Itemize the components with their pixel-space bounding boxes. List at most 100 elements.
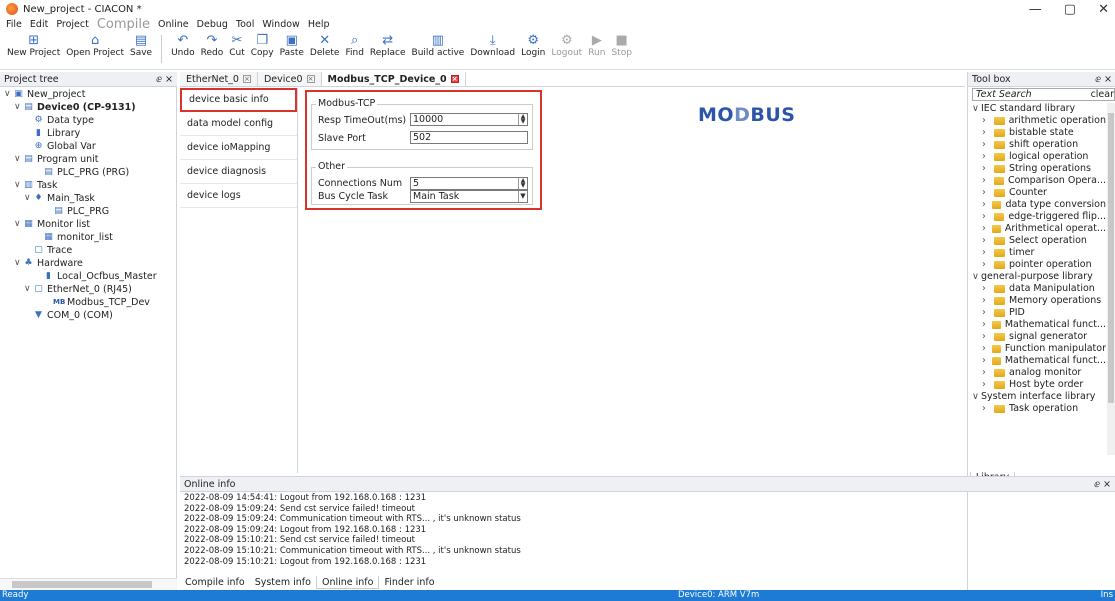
tab-compile-info[interactable]: Compile info <box>180 576 250 589</box>
toolbox-item[interactable]: › Comparison Opera... <box>970 175 1106 187</box>
tab-device0[interactable]: Device0 × <box>257 72 322 86</box>
chevron-right-icon[interactable]: › <box>982 403 991 415</box>
chevron-right-icon[interactable]: › <box>982 307 991 319</box>
expand-chevron-icon[interactable]: ∨ <box>14 101 23 114</box>
nav-device-ioMapping[interactable]: device ioMapping <box>180 136 297 160</box>
toolbox-item[interactable]: › Function manipulator <box>970 343 1106 355</box>
find-button[interactable]: ⌕ Find <box>342 33 366 59</box>
toolbox-item[interactable]: › Mathematical funct... <box>970 355 1106 367</box>
tree-item[interactable]: ∨ ▣ New_project <box>0 88 177 101</box>
toolbox-item[interactable]: › data Manipulation <box>970 283 1106 295</box>
resp-timeout-field[interactable]: 10000 ▲ ▼ <box>410 113 528 126</box>
nav-device-basic-info[interactable]: device basic info <box>180 88 297 112</box>
tree-item[interactable]: ∨ ♦ Main_Task <box>0 192 177 205</box>
menu-tool[interactable]: Tool <box>236 19 254 30</box>
toolbox-item[interactable]: ∨ IEC standard library <box>970 103 1106 115</box>
download-button[interactable]: ⤓ Download <box>467 33 518 59</box>
tree-item[interactable]: ▤ PLC_PRG <box>0 205 177 218</box>
tree-item[interactable]: ∨ ▦ Monitor list <box>0 218 177 231</box>
menu-file[interactable]: File <box>6 19 22 30</box>
close-icon[interactable]: × <box>306 75 315 83</box>
tree-item[interactable]: ▮ Local_Ocfbus_Master <box>0 270 177 283</box>
expand-chevron-icon[interactable]: ∨ <box>24 192 33 205</box>
slave-port-field[interactable]: 502 <box>410 131 528 144</box>
tree-item[interactable]: ∨ ♣ Hardware <box>0 257 177 270</box>
expand-chevron-icon[interactable]: ∨ <box>14 257 23 270</box>
redo-button[interactable]: ↷ Redo <box>198 33 227 59</box>
menu-edit[interactable]: Edit <box>30 19 48 30</box>
online-info-pin-button[interactable]: ⅇ × <box>1094 479 1111 490</box>
menu-help[interactable]: Help <box>308 19 330 30</box>
undo-button[interactable]: ↶ Undo <box>168 33 198 59</box>
chevron-right-icon[interactable]: › <box>982 367 991 379</box>
toolbox-item[interactable]: › Memory operations <box>970 295 1106 307</box>
chevron-down-icon[interactable]: ∨ <box>972 271 981 283</box>
tab-online-info[interactable]: Online info <box>315 576 380 589</box>
toolbox-item[interactable]: › timer <box>970 247 1106 259</box>
chevron-right-icon[interactable]: › <box>982 379 991 391</box>
chevron-right-icon[interactable]: › <box>982 223 989 235</box>
paste-button[interactable]: ▣ Paste <box>277 33 307 59</box>
toolbox-item[interactable]: › String operations <box>970 163 1106 175</box>
project-tree-hscrollbar[interactable] <box>0 578 177 590</box>
toolbox-item[interactable]: › signal generator <box>970 331 1106 343</box>
save-button[interactable]: ▤ Save <box>127 33 155 59</box>
close-icon[interactable]: × <box>242 75 251 83</box>
close-icon[interactable]: × <box>450 75 459 83</box>
chevron-right-icon[interactable]: › <box>982 259 991 271</box>
menu-debug[interactable]: Debug <box>197 19 228 30</box>
tree-item[interactable]: ▤ PLC_PRG (PRG) <box>0 166 177 179</box>
copy-button[interactable]: ❐ Copy <box>248 33 277 59</box>
toolbox-item[interactable]: › logical operation <box>970 151 1106 163</box>
tab-modbus_tcp_device_0[interactable]: Modbus_TCP_Device_0 × <box>321 72 466 86</box>
toolbox-item[interactable]: › Task operation <box>970 403 1106 415</box>
chevron-right-icon[interactable]: › <box>982 247 991 259</box>
open-project-button[interactable]: ⌂ Open Project <box>63 33 127 59</box>
toolbox-item[interactable]: › Counter <box>970 187 1106 199</box>
delete-button[interactable]: ✕ Delete <box>307 33 343 59</box>
expand-chevron-icon[interactable]: ∨ <box>24 283 33 296</box>
menu-project[interactable]: Project <box>56 19 89 30</box>
expand-chevron-icon[interactable]: ∨ <box>14 218 23 231</box>
tab-finder-info[interactable]: Finder info <box>379 576 439 589</box>
new-project-button[interactable]: ⊞ New Project <box>4 33 63 59</box>
project-tree-pin-button[interactable]: ⅇ × <box>156 74 173 85</box>
chevron-right-icon[interactable]: › <box>982 139 991 151</box>
nav-data-model-config[interactable]: data model config <box>180 112 297 136</box>
chevron-right-icon[interactable]: › <box>982 199 989 211</box>
close-button[interactable]: ✕ <box>1098 2 1109 17</box>
chevron-right-icon[interactable]: › <box>982 343 989 355</box>
toolbox-item[interactable]: ∨ general-purpose library <box>970 271 1106 283</box>
stop-button[interactable]: ■ Stop <box>608 33 634 59</box>
login-button[interactable]: ⚙ Login <box>518 33 548 59</box>
chevron-right-icon[interactable]: › <box>982 331 991 343</box>
run-button[interactable]: ▶ Run <box>585 33 608 59</box>
expand-chevron-icon[interactable]: ∨ <box>14 179 23 192</box>
chevron-right-icon[interactable]: › <box>982 295 991 307</box>
chevron-right-icon[interactable]: › <box>982 211 991 223</box>
chevron-right-icon[interactable]: › <box>982 175 991 187</box>
nav-device-diagnosis[interactable]: device diagnosis <box>180 160 297 184</box>
toolbox-item[interactable]: › edge-triggered flip... <box>970 211 1106 223</box>
toolbox-item[interactable]: ∨ System interface library <box>970 391 1106 403</box>
tab-system-info[interactable]: System info <box>250 576 316 589</box>
minimize-button[interactable]: — <box>1029 2 1042 17</box>
tree-item[interactable]: ▦ monitor_list <box>0 231 177 244</box>
tab-ethernet_0[interactable]: EtherNet_0 × <box>180 72 258 86</box>
connections-num-field[interactable]: 5 ▲ ▼ <box>410 177 528 190</box>
chevron-right-icon[interactable]: › <box>982 355 989 367</box>
connections-num-stepper[interactable]: ▲ ▼ <box>518 178 527 189</box>
logout-button[interactable]: ⚙ Logout <box>548 33 585 59</box>
nav-device-logs[interactable]: device logs <box>180 184 297 208</box>
toolbox-item[interactable]: › Select operation <box>970 235 1106 247</box>
bus-cycle-task-select[interactable]: Main Task ▼ <box>410 190 528 203</box>
chevron-down-icon[interactable]: ∨ <box>972 391 981 403</box>
toolbox-pin-button[interactable]: ⅇ × <box>1095 74 1112 85</box>
chevron-right-icon[interactable]: › <box>982 163 991 175</box>
chevron-right-icon[interactable]: › <box>982 127 991 139</box>
tree-item[interactable]: ⊕ Global Var <box>0 140 177 153</box>
tree-item[interactable]: ▢ Trace <box>0 244 177 257</box>
chevron-down-icon[interactable]: ▼ <box>518 191 527 202</box>
menu-online[interactable]: Online <box>158 19 189 30</box>
toolbox-item[interactable]: › shift operation <box>970 139 1106 151</box>
